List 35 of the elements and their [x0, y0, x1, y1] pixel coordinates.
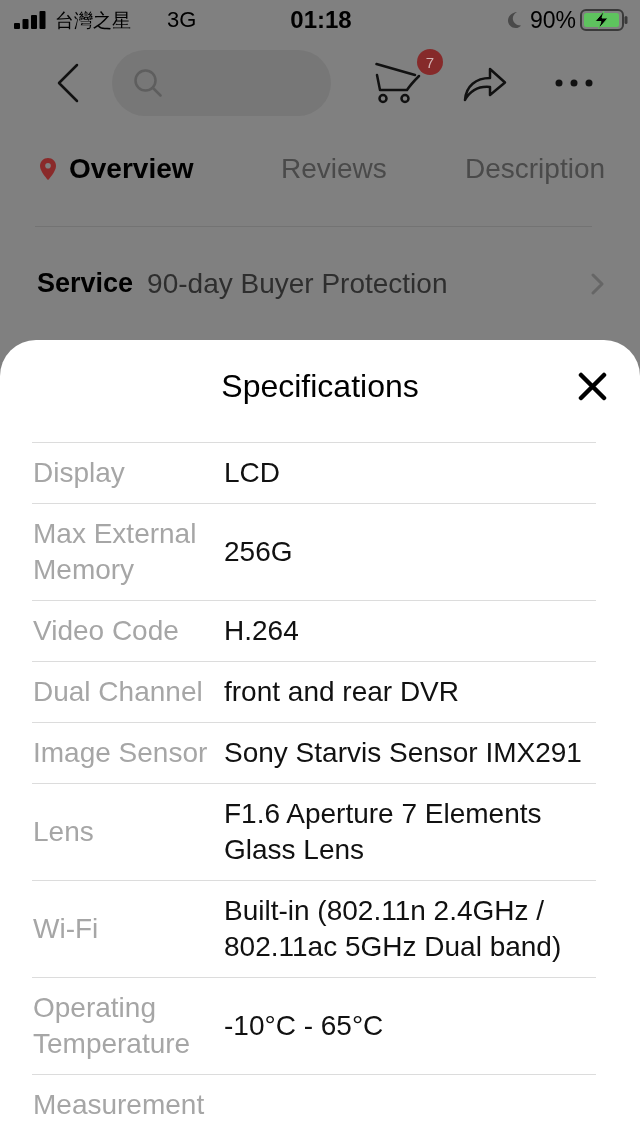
spec-label: Measurement: [32, 1088, 206, 1122]
spec-label: Display: [32, 456, 126, 490]
battery-icon: [580, 9, 628, 31]
location-pin-icon: [40, 158, 56, 180]
moon-icon: [507, 12, 521, 28]
spec-value: F1.6 Aperture 7 Elements Glass Lens: [224, 797, 543, 867]
service-label: Service: [37, 268, 134, 299]
service-value: 90-day Buyer Protection: [147, 267, 449, 300]
battery-percent: 90%: [529, 8, 576, 32]
close-icon[interactable]: [578, 372, 607, 401]
spec-value: Built-in (802.11n 2.4GHz / 802.11ac 5GHz Dual band): [224, 894, 563, 964]
spec-label: Operating Temperature: [32, 991, 192, 1061]
spec-value: H.264: [224, 614, 300, 648]
carrier-name: 台灣之星: [55, 10, 131, 30]
status-time: 01:18: [290, 8, 352, 32]
cart-icon[interactable]: [375, 62, 421, 104]
spec-label: Lens: [32, 815, 95, 849]
back-icon[interactable]: [56, 63, 80, 103]
more-icon[interactable]: [555, 79, 593, 87]
spec-value: Sony Starvis Sensor IMX291: [224, 736, 583, 770]
spec-value: front and rear DVR: [224, 675, 460, 709]
spec-label: Video Code: [32, 614, 180, 648]
spec-label: Dual Channel: [32, 675, 204, 709]
cart-count-badge: 7: [417, 49, 443, 75]
sheet-title: Specifications: [221, 367, 419, 406]
search-icon: [134, 69, 162, 97]
signal-icon: [14, 11, 46, 29]
spec-value: 256G: [224, 535, 294, 569]
spec-value: -10°C - 65°C: [224, 1009, 385, 1043]
spec-label: Image Sensor: [32, 736, 209, 770]
spec-value: LCD: [224, 456, 281, 490]
spec-label: Wi-Fi: [32, 912, 100, 946]
network-type: 3G: [167, 9, 197, 31]
spec-label: Max External Memory: [32, 517, 198, 587]
tab[interactable]: Overview: [40, 152, 194, 186]
